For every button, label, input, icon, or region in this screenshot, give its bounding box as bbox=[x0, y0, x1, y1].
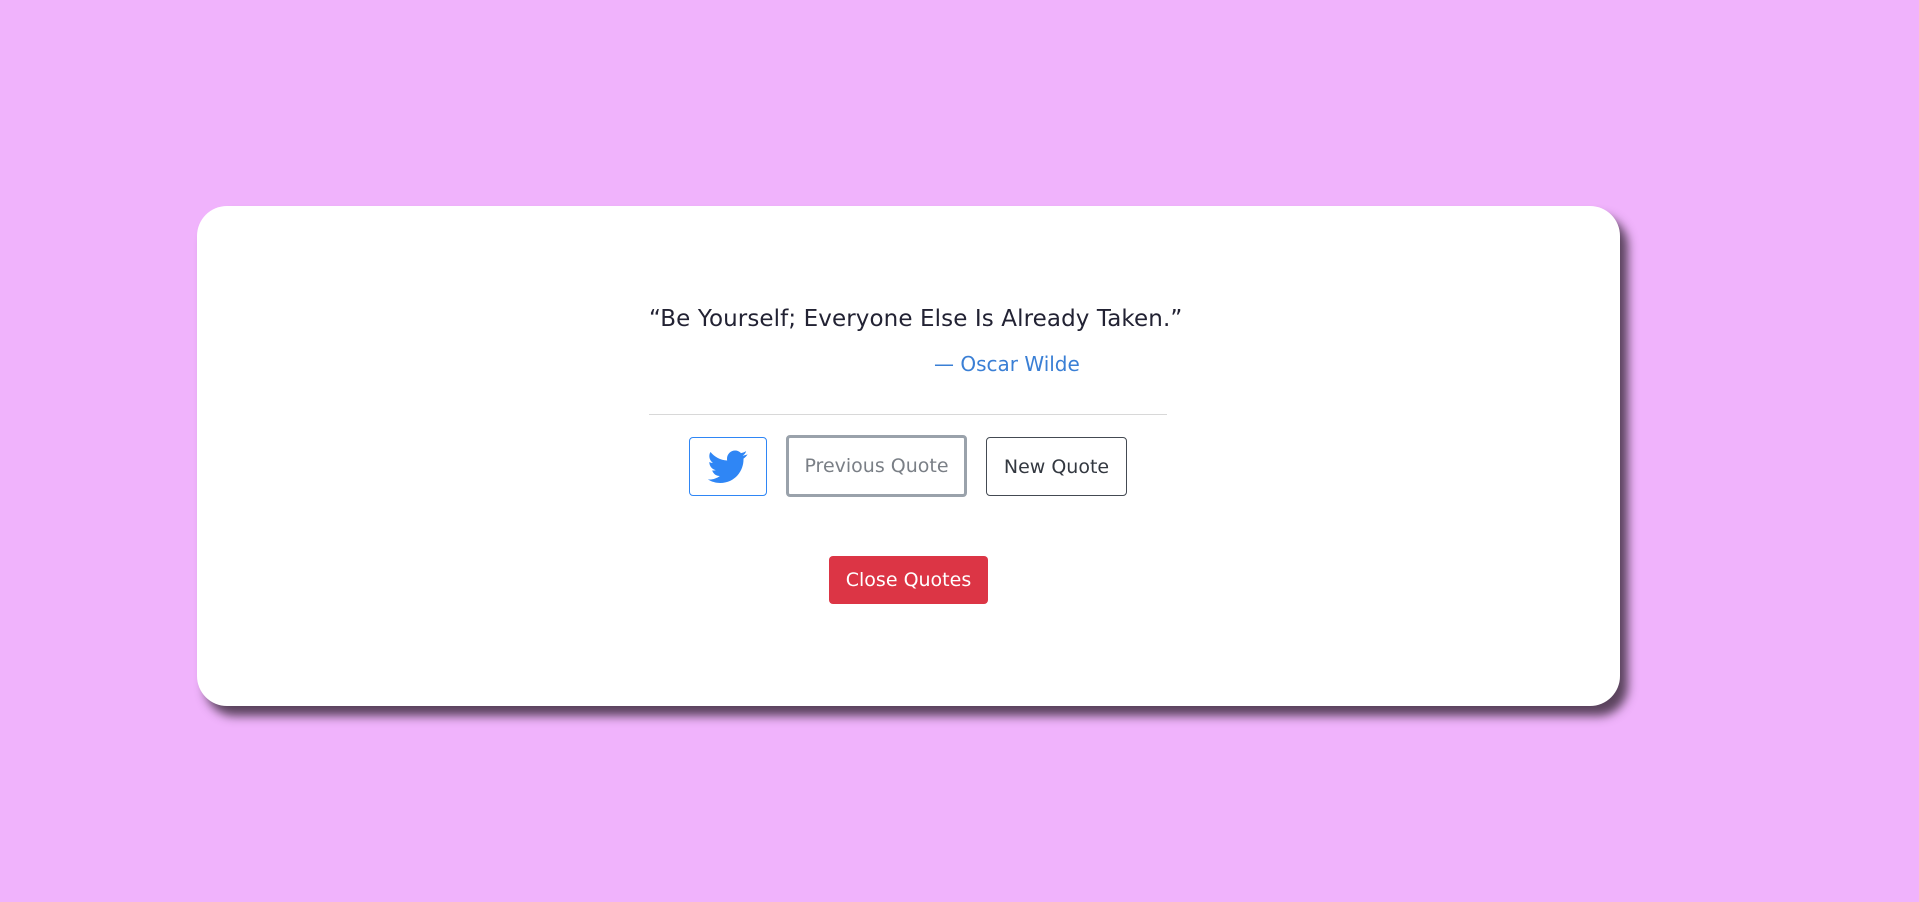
new-quote-button[interactable]: New Quote bbox=[986, 437, 1127, 496]
close-quotes-button[interactable]: Close Quotes bbox=[829, 556, 988, 604]
twitter-bird-icon bbox=[708, 450, 748, 483]
tweet-button[interactable] bbox=[689, 437, 767, 496]
quote-block: “Be Yourself; Everyone Else Is Already T… bbox=[649, 306, 1183, 376]
previous-quote-button[interactable]: Previous Quote bbox=[786, 435, 967, 497]
quote-card: “Be Yourself; Everyone Else Is Already T… bbox=[197, 206, 1620, 706]
quote-text: “Be Yourself; Everyone Else Is Already T… bbox=[649, 306, 1183, 332]
divider bbox=[649, 414, 1167, 415]
quote-author: — Oscar Wilde bbox=[934, 352, 1080, 376]
